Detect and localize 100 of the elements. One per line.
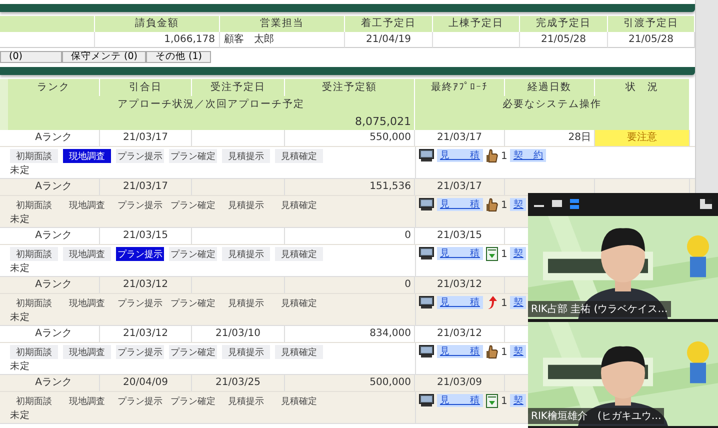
table-cell: Aランク bbox=[8, 130, 100, 146]
step-button[interactable]: プラン確定 bbox=[169, 296, 217, 310]
step-button[interactable]: 現地調査 bbox=[63, 345, 111, 359]
step-button[interactable]: 初期面談 bbox=[10, 198, 58, 212]
step-button[interactable]: 初期面談 bbox=[10, 247, 58, 261]
table-cell: 1,066,178 bbox=[95, 32, 220, 48]
contract-link[interactable]: 契 bbox=[510, 394, 526, 407]
step-button[interactable]: 現地調査 bbox=[63, 394, 111, 408]
table-cell: 0 bbox=[285, 277, 415, 293]
column-header: アプローチ状況／次回アプローチ予定 bbox=[8, 96, 415, 113]
participant-name: RIK占部 圭祐 (ウラベケイス… bbox=[528, 301, 671, 318]
tab[interactable]: 保守メンテ (0) bbox=[62, 51, 146, 63]
scrollbar[interactable] bbox=[695, 0, 718, 193]
contract-link[interactable]: 契 bbox=[510, 296, 526, 309]
step-button[interactable]: 見積提示 bbox=[222, 296, 270, 310]
up-arrow-icon bbox=[486, 296, 498, 310]
table-cell: 21/03/09 bbox=[415, 375, 505, 391]
table-cell: 21/03/10 bbox=[192, 326, 285, 342]
column-header: 受注予定日 bbox=[192, 79, 285, 96]
tab[interactable]: (0) bbox=[0, 51, 62, 63]
estimate-link[interactable]: 見 積 bbox=[437, 296, 483, 309]
step-button[interactable]: プラン確定 bbox=[169, 198, 217, 212]
layout-icon[interactable] bbox=[570, 198, 579, 209]
column-header: 必要なシステム操作 bbox=[415, 96, 690, 113]
step-button[interactable]: 見積確定 bbox=[275, 345, 323, 359]
step-button[interactable]: 初期面談 bbox=[10, 296, 58, 310]
estimate-link[interactable]: 見 積 bbox=[437, 247, 483, 260]
step-button[interactable]: プラン提示 bbox=[116, 198, 164, 212]
column-header: 着工予定日 bbox=[345, 16, 433, 32]
estimate-link[interactable]: 見 積 bbox=[437, 345, 483, 358]
step-button[interactable]: 初期面談 bbox=[10, 394, 58, 408]
step-button[interactable]: プラン提示 bbox=[116, 247, 164, 261]
document-icon bbox=[486, 247, 498, 261]
monitor-icon[interactable] bbox=[419, 394, 434, 407]
column-header: 経過日数 bbox=[505, 79, 595, 96]
step-button[interactable]: 見積確定 bbox=[275, 296, 323, 310]
step-button[interactable]: 見積提示 bbox=[222, 394, 270, 408]
table-cell: 151,536 bbox=[285, 179, 415, 195]
monitor-icon[interactable] bbox=[419, 296, 434, 309]
count-text: 1 bbox=[501, 199, 508, 211]
column-header: 請負金額 bbox=[95, 16, 220, 32]
step-button[interactable]: 現地調査 bbox=[63, 247, 111, 261]
estimate-link[interactable]: 見 積 bbox=[437, 149, 483, 162]
table-cell: 500,000 bbox=[285, 375, 415, 391]
contract-link[interactable]: 契 bbox=[510, 247, 526, 260]
contract-link[interactable]: 契 bbox=[510, 345, 526, 358]
step-button[interactable]: 見積確定 bbox=[275, 149, 323, 163]
table-cell: 21/03/15 bbox=[100, 228, 192, 244]
step-button[interactable]: 見積確定 bbox=[275, 247, 323, 261]
note-text: 未定 bbox=[9, 164, 31, 178]
table-cell: 20/04/09 bbox=[100, 375, 192, 391]
count-text: 1 bbox=[501, 395, 508, 407]
step-button[interactable]: 現地調査 bbox=[63, 296, 111, 310]
table-cell: 21/03/17 bbox=[100, 130, 192, 146]
contract-link[interactable]: 契 約 bbox=[510, 149, 546, 162]
step-button[interactable]: プラン確定 bbox=[169, 149, 217, 163]
column-header: 営業担当 bbox=[220, 16, 345, 32]
step-button[interactable]: プラン確定 bbox=[169, 394, 217, 408]
step-button[interactable]: プラン提示 bbox=[116, 345, 164, 359]
step-button[interactable]: プラン提示 bbox=[116, 149, 164, 163]
step-button[interactable]: 初期面談 bbox=[10, 345, 58, 359]
step-button[interactable]: 現地調査 bbox=[63, 198, 111, 212]
step-button[interactable]: プラン確定 bbox=[169, 345, 217, 359]
step-button[interactable]: 見積確定 bbox=[275, 394, 323, 408]
step-button[interactable]: 見積提示 bbox=[222, 198, 270, 212]
estimate-link[interactable]: 見 積 bbox=[437, 394, 483, 407]
step-button[interactable]: プラン提示 bbox=[116, 394, 164, 408]
step-button[interactable]: プラン提示 bbox=[116, 296, 164, 310]
table-cell: 21/05/28 bbox=[520, 32, 608, 48]
monitor-icon[interactable] bbox=[419, 247, 434, 260]
monitor-icon[interactable] bbox=[419, 345, 434, 358]
table-cell: 21/03/25 bbox=[192, 375, 285, 391]
step-button[interactable]: 現地調査 bbox=[63, 149, 111, 163]
monitor-icon[interactable] bbox=[419, 149, 434, 162]
step-button[interactable]: 見積提示 bbox=[222, 149, 270, 163]
table-cell: Aランク bbox=[8, 326, 100, 342]
monitor-icon[interactable] bbox=[419, 198, 434, 211]
table-cell: 21/03/12 bbox=[100, 277, 192, 293]
contract-link[interactable]: 契 bbox=[510, 198, 526, 211]
column-header: 引合日 bbox=[100, 79, 192, 96]
estimate-link[interactable]: 見 積 bbox=[437, 198, 483, 211]
layout-icon[interactable] bbox=[700, 198, 712, 209]
step-button[interactable]: 初期面談 bbox=[10, 149, 58, 163]
tab[interactable]: その他 (1) bbox=[146, 51, 211, 63]
table-cell: 21/03/17 bbox=[100, 179, 192, 195]
step-button[interactable]: 見積提示 bbox=[222, 345, 270, 359]
step-button[interactable]: 見積提示 bbox=[222, 247, 270, 261]
document-icon bbox=[486, 394, 498, 408]
column-header: 最終ｱﾌﾟﾛｰﾁ bbox=[415, 79, 505, 96]
column-header: 状 況 bbox=[595, 79, 690, 96]
table-cell: Aランク bbox=[8, 179, 100, 195]
table-cell: 550,000 bbox=[285, 130, 415, 146]
table-cell: 21/03/12 bbox=[415, 277, 505, 293]
count-text: 1 bbox=[501, 297, 508, 309]
count-text: 1 bbox=[501, 346, 508, 358]
step-button[interactable]: 見積確定 bbox=[275, 198, 323, 212]
step-button[interactable]: プラン確定 bbox=[169, 247, 217, 261]
table-cell: 21/03/12 bbox=[415, 326, 505, 342]
square-icon[interactable] bbox=[552, 200, 562, 208]
table-cell: 21/03/15 bbox=[415, 228, 505, 244]
